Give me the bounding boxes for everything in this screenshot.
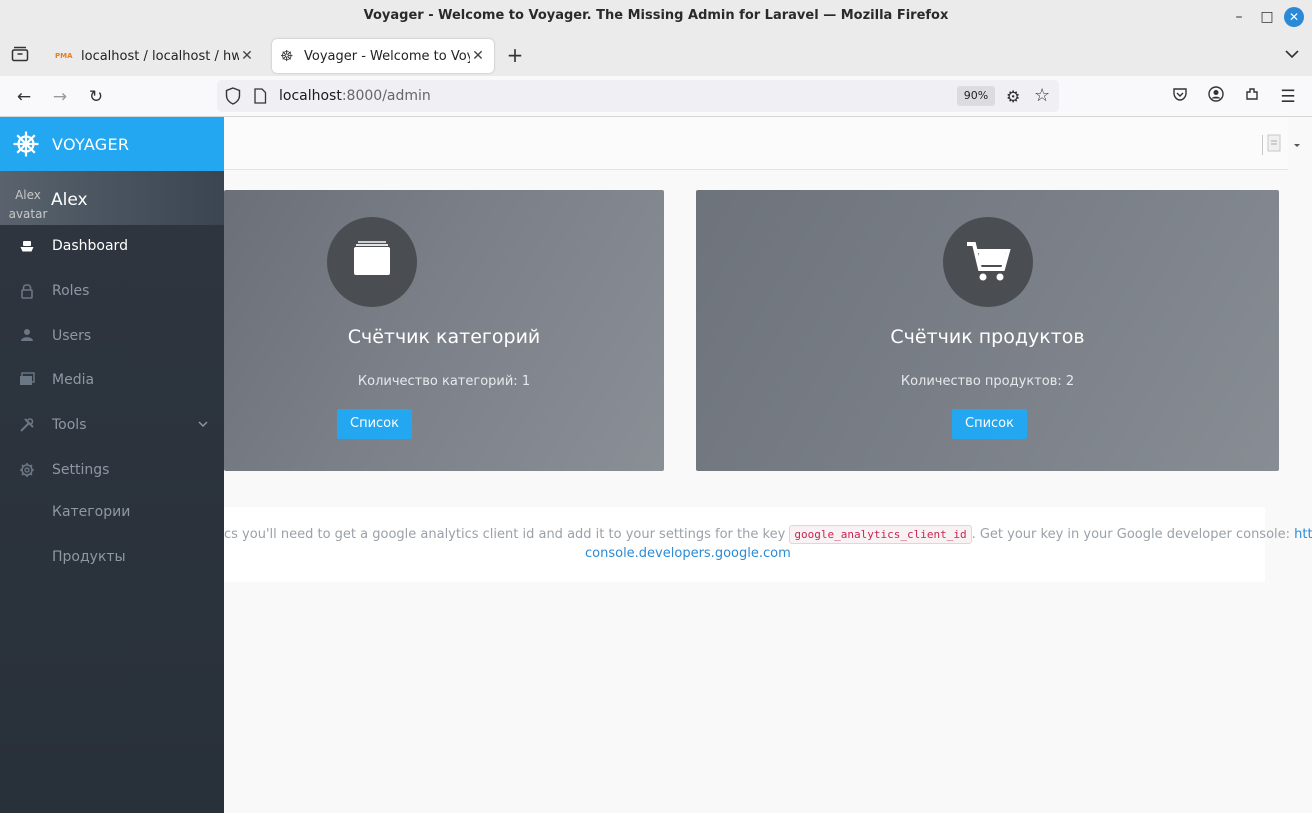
voyager-favicon-icon: ☸ — [280, 47, 294, 65]
user-name: Alex — [51, 190, 88, 210]
analytics-text-after: Get your key in your Google developer co… — [979, 527, 1291, 542]
url-text[interactable]: localhost:8000/admin — [279, 88, 431, 104]
boat-icon — [18, 238, 36, 256]
cart-icon — [943, 217, 1033, 307]
sidebar-item-settings[interactable]: Settings — [0, 449, 224, 493]
tab-close-icon[interactable]: ✕ — [470, 48, 486, 64]
sidebar-item-label: Roles — [52, 283, 90, 299]
page-viewport: Счётчик категорий Количество категорий: … — [0, 117, 1312, 813]
chevron-down-icon[interactable] — [198, 418, 208, 431]
sidebar-item-label: Media — [52, 372, 95, 388]
sidebar-item-label: Tools — [52, 417, 87, 433]
analytics-notice-panel: cs you'll need to get a google analytics… — [224, 507, 1312, 582]
tab-phpmyadmin[interactable]: PMA localhost / localhost / hw15 ✕ — [47, 39, 263, 73]
sidebar-item-roles[interactable]: Roles — [0, 270, 224, 314]
tab-close-icon[interactable]: ✕ — [239, 48, 255, 64]
sidebar-item-users[interactable]: Users — [0, 315, 224, 359]
lock-icon — [18, 283, 36, 301]
sidebar: VOYAGER Alex avatar Alex Dashboard Roles… — [0, 117, 224, 813]
analytics-notice-line: cs you'll need to get a google analytics… — [224, 525, 1312, 544]
card-text: Количество продуктов: 2 — [900, 374, 1075, 389]
sidebar-item-dashboard[interactable]: Dashboard — [0, 225, 224, 269]
tab-overview-icon[interactable] — [9, 46, 31, 66]
address-bar[interactable]: localhost:8000/admin 90% ⚙ ☆ — [217, 80, 1059, 112]
product-list-button[interactable]: Список — [952, 409, 1027, 439]
forward-button[interactable]: → — [48, 85, 72, 109]
helm-logo-icon — [12, 130, 40, 158]
pma-favicon-icon: PMA — [55, 52, 73, 60]
tab-voyager[interactable]: ☸ Voyager - Welcome to Voyager. The Miss… — [272, 39, 494, 73]
analytics-key-code: google_analytics_client_id — [789, 525, 972, 544]
pocket-icon[interactable] — [1168, 85, 1192, 109]
analytics-notice-line-2: console.developers.google.com — [585, 546, 791, 561]
sidebar-item-products[interactable]: Продукты — [0, 536, 224, 580]
back-button[interactable]: ← — [12, 85, 36, 109]
close-window-button[interactable]: ✕ — [1284, 7, 1304, 27]
tools-icon — [18, 417, 36, 435]
new-tab-button[interactable]: + — [504, 43, 526, 67]
google-console-link-start[interactable]: https:// — [1294, 527, 1312, 542]
images-icon — [18, 372, 36, 390]
tab-label: Voyager - Welcome to Voyager. The Missin… — [304, 48, 470, 64]
user-profile-panel[interactable]: Alex avatar Alex — [0, 171, 224, 225]
url-path: :8000/admin — [341, 88, 431, 104]
user-dropdown[interactable] — [1262, 133, 1302, 157]
sidebar-item-tools[interactable]: Tools — [0, 404, 224, 448]
sidebar-item-categories[interactable]: Категории — [0, 491, 224, 535]
card-text: Количество категорий: 1 — [357, 374, 531, 389]
top-navbar — [224, 117, 1288, 170]
sidebar-item-label: Settings — [52, 462, 110, 478]
extensions-icon[interactable] — [1240, 85, 1264, 109]
tab-label: localhost / localhost / hw15 — [81, 48, 239, 64]
category-list-button[interactable]: Список — [337, 409, 412, 439]
app-menu-icon[interactable]: ☰ — [1276, 85, 1300, 109]
navigation-bar: ← → ↻ localhost:8000/admin 90% ⚙ ☆ ☰ — [0, 76, 1312, 117]
page-icon[interactable] — [253, 88, 267, 108]
tracking-shield-icon[interactable] — [225, 87, 241, 109]
url-host: localhost — [279, 88, 342, 104]
avatar: Alex avatar — [8, 188, 48, 221]
account-icon[interactable] — [1204, 85, 1228, 109]
product-counter-card: Счётчик продуктов Количество продуктов: … — [696, 190, 1279, 471]
card-title: Счётчик категорий — [347, 326, 541, 348]
gear-icon — [18, 462, 36, 480]
brand-name: VOYAGER — [52, 135, 130, 154]
zoom-level-badge[interactable]: 90% — [957, 86, 995, 106]
minimize-button[interactable]: – — [1229, 7, 1249, 27]
window-titlebar: Voyager - Welcome to Voyager. The Missin… — [0, 0, 1312, 34]
sidebar-item-label: Продукты — [52, 549, 126, 565]
card-title: Счётчик продуктов — [890, 326, 1085, 348]
sidebar-item-media[interactable]: Media — [0, 359, 224, 403]
sidebar-item-label: Users — [52, 328, 92, 344]
tab-bar: PMA localhost / localhost / hw15 ✕ ☸ Voy… — [0, 34, 1312, 76]
bookmark-star-icon[interactable]: ☆ — [1034, 85, 1050, 106]
list-all-tabs-icon[interactable] — [1281, 44, 1303, 63]
maximize-button[interactable]: □ — [1257, 7, 1277, 27]
analytics-text-before: cs you'll need to get a google analytics… — [224, 527, 786, 542]
folder-icon — [327, 217, 417, 307]
brand-header[interactable]: VOYAGER — [0, 117, 224, 171]
reload-button[interactable]: ↻ — [84, 85, 108, 109]
google-console-link[interactable]: console.developers.google.com — [585, 546, 791, 561]
person-icon — [18, 328, 36, 346]
sidebar-item-label: Категории — [52, 504, 131, 520]
bug-icon[interactable]: ⚙ — [1006, 87, 1020, 106]
category-counter-card: Счётчик категорий Количество категорий: … — [224, 190, 664, 471]
window-title: Voyager - Welcome to Voyager. The Missin… — [363, 8, 949, 23]
sidebar-item-label: Dashboard — [52, 238, 128, 254]
